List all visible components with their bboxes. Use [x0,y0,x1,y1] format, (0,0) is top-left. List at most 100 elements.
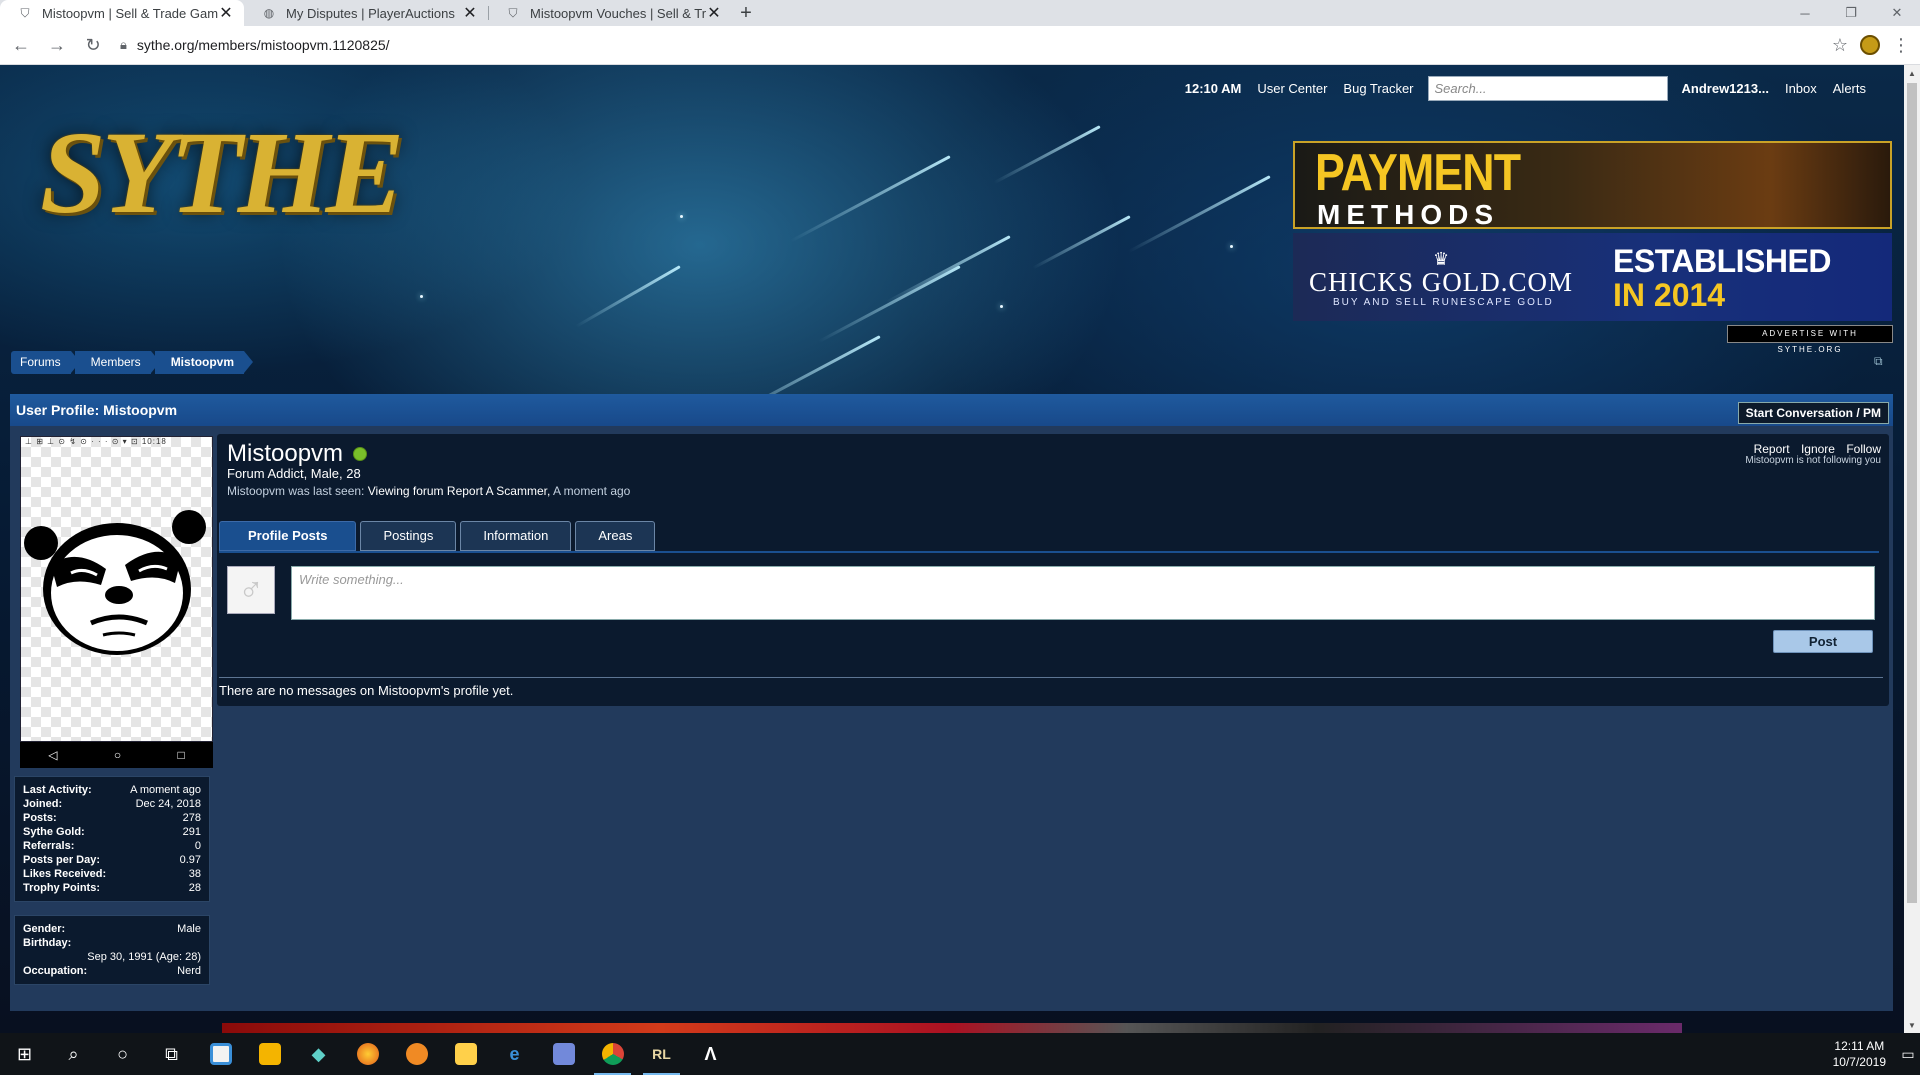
breadcrumb-forums[interactable]: Forums [11,351,80,374]
discord-icon[interactable] [539,1033,588,1075]
profile-tabs: Profile Posts Postings Information Areas [219,521,656,551]
star-dot [680,215,683,218]
stat-value: A moment ago [130,784,201,796]
online-status-icon [353,447,368,461]
tab-information[interactable]: Information [460,521,572,551]
shield-icon: ⛉ [20,5,30,20]
page-scrollbar[interactable]: ▲ ▼ [1904,65,1920,1033]
scroll-down-icon[interactable]: ▼ [1904,1017,1920,1033]
chicks-gold-banner[interactable]: ♛ CHICKS GOLD.COM BUY AND SELL RUNESCAPE… [1293,233,1892,321]
firefox-icon[interactable] [343,1033,392,1075]
profile-actions: Report Ignore Follow Mistoopvm is not fo… [1745,442,1881,466]
user-navigation-bar: 12:10 AM User Center Bug Tracker Search.… [1177,76,1874,101]
chrome-icon[interactable] [588,1033,637,1075]
ignore-link[interactable]: Ignore [1801,442,1835,456]
menu-kebab-icon[interactable]: ⋮ [1892,35,1910,56]
follow-link[interactable]: Follow [1846,442,1881,456]
info-row-occupation: Occupation: Nerd [23,964,201,978]
back-arrow-icon[interactable]: ← [6,30,36,60]
stat-label: Joined: [23,798,63,810]
globe-icon: ◍ [263,6,275,20]
browser-tab-1[interactable]: ⛉ Mistoopvm | Sell & Trade Game ✕ [0,0,244,26]
sythe-logo[interactable]: SYTHE [40,105,404,241]
stat-label: Trophy Points: [23,882,100,894]
minimize-icon[interactable]: ─ [1782,0,1828,26]
reload-icon[interactable]: ↻ [78,30,108,60]
account-username-link[interactable]: Andrew1213... [1674,81,1777,96]
popout-icon[interactable]: ⧉ [1874,354,1883,369]
last-seen-action: Viewing forum [367,484,444,498]
breadcrumb-current[interactable]: Mistoopvm [154,351,254,374]
tab-areas[interactable]: Areas [575,521,656,551]
notifications-icon[interactable]: ▭ [1896,1046,1920,1063]
stat-value: 28 [188,882,201,894]
app-icon[interactable]: ◆ [294,1033,343,1075]
clock-date: 10/7/2019 [1832,1055,1886,1069]
last-seen-time: A moment ago [552,484,631,498]
stat-value: 38 [188,868,201,880]
avatar[interactable]: ⊥ ⊞ ⊥ ⊙ ↯ ⊙ · · · ⊙ ▾ ⊡ 10:18 [20,436,213,742]
tab-profile-posts[interactable]: Profile Posts [219,521,357,551]
star-dot [420,295,423,298]
windows-start-icon[interactable]: ⊞ [0,1033,49,1075]
meteor-streak [1128,175,1271,253]
task-view-icon[interactable]: ⧉ [147,1033,196,1075]
edge-icon[interactable]: e [490,1033,539,1075]
forward-arrow-icon[interactable]: → [42,30,72,60]
last-seen-forum-link[interactable]: Report A Scammer, [447,484,550,498]
payment-methods-banner[interactable]: PAYMENT METHODS [1293,141,1892,229]
inbox-link[interactable]: Inbox [1777,81,1825,96]
browser-tab-2[interactable]: ◍ My Disputes | PlayerAuctions ✕ [244,0,488,26]
scrollbar-thumb[interactable] [1907,83,1917,903]
profile-title-bar: User Profile: Mistoopvm Start Conversati… [10,394,1893,426]
advertise-link[interactable]: ADVERTISE WITH SYTHE.ORG [1727,325,1893,354]
close-icon[interactable]: ✕ [462,3,478,23]
app-icon[interactable] [392,1033,441,1075]
phone-navigation-bar: ◁ ○ □ [20,742,213,768]
alerts-link[interactable]: Alerts [1825,81,1874,96]
app-icon[interactable]: Λ [686,1033,735,1075]
post-button[interactable]: Post [1773,630,1873,653]
close-icon[interactable]: ✕ [706,3,722,23]
file-explorer-icon[interactable] [245,1033,294,1075]
meteor-streak [885,235,1011,304]
profile-container: User Profile: Mistoopvm Start Conversati… [10,394,1893,1011]
info-value: Male [177,923,201,935]
no-messages-text: There are no messages on Mistoopvm's pro… [219,683,514,698]
new-tab-button[interactable]: + [732,0,760,26]
folder-icon[interactable] [441,1033,490,1075]
system-clock[interactable]: 12:11 AM 10/7/2019 [1833,1038,1896,1070]
cortana-icon[interactable]: ○ [98,1033,147,1075]
profile-avatar-icon[interactable] [1860,35,1880,55]
start-conversation-button[interactable]: Start Conversation / PM [1737,402,1889,424]
stat-value[interactable]: 278 [183,811,201,825]
meteor-streak [575,265,681,328]
bug-tracker-link[interactable]: Bug Tracker [1335,81,1421,96]
stat-label: Sythe Gold: [23,826,85,838]
address-bar[interactable]: 🔒︎ sythe.org/members/mistoopvm.1120825/ [120,30,1820,60]
write-something-input[interactable]: Write something... [291,566,1875,620]
browser-tab-3[interactable]: ⛉ Mistoopvm Vouches | Sell & Trad ✕ [488,0,732,26]
tab-postings[interactable]: Postings [360,521,457,551]
user-center-link[interactable]: User Center [1249,81,1335,96]
stat-row: Posts per Day: 0.97 [23,853,201,867]
member-info-panel: Gender: Male Birthday: Sep 30, 1991 (Age:… [14,915,210,985]
scroll-up-icon[interactable]: ▲ [1904,65,1920,81]
bookmark-star-icon[interactable]: ☆ [1832,35,1848,56]
close-window-icon[interactable]: ✕ [1874,0,1920,26]
report-link[interactable]: Report [1754,442,1790,456]
meteor-streak [790,155,951,243]
tab-underline [219,551,1879,553]
runelite-icon[interactable]: RL [637,1033,686,1075]
search-icon[interactable]: ⌕ [49,1033,98,1075]
maximize-icon[interactable]: ❐ [1828,0,1874,26]
birthday-value: Sep 30, 1991 (Age: 28) [87,951,201,963]
breadcrumb-members[interactable]: Members [74,351,160,374]
stat-value: 0.97 [179,854,201,866]
home-circle-icon: ○ [113,748,122,762]
stat-value: Dec 24, 2018 [135,798,201,810]
site-search-input[interactable]: Search... [1427,76,1668,101]
store-icon[interactable] [196,1033,245,1075]
male-symbol-icon: ♂ [227,566,275,614]
close-icon[interactable]: ✕ [218,3,234,23]
